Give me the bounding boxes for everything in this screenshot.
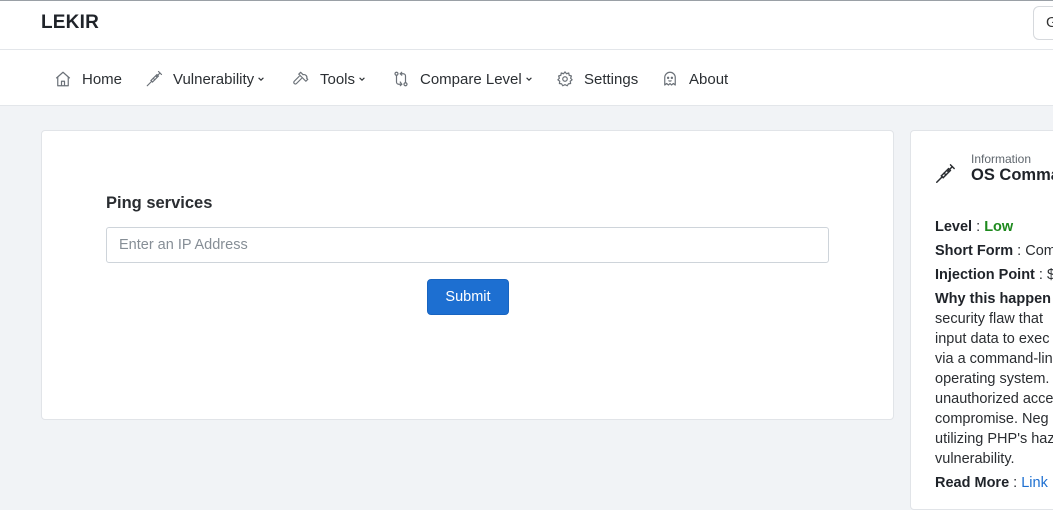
level-label: Level	[935, 219, 973, 235]
home-icon	[55, 71, 71, 87]
top-bar: LEKIR G	[0, 0, 1053, 50]
nav-label-vulnerability: Vulnerability	[173, 70, 255, 88]
chevron-down-icon	[359, 77, 365, 81]
description-line: security flaw that	[935, 311, 1043, 327]
information-card: Information OS Comma Level : Low Short F…	[910, 130, 1053, 510]
form-title: Ping services	[106, 194, 213, 212]
info-label: Information	[971, 152, 1032, 166]
read-more-label: Read More	[935, 475, 1010, 491]
why-label: Why this happen	[935, 291, 1051, 307]
description-line: vulnerability.	[935, 451, 1015, 467]
nav-label-compare-level: Compare Level	[420, 70, 522, 88]
nav-label-settings: Settings	[584, 70, 639, 88]
short-form-value: Com	[1025, 243, 1053, 259]
main-navbar: Home Vulnerability Tools Compare Level S…	[0, 50, 1053, 106]
chevron-down-icon	[525, 77, 532, 81]
read-more-row: Read More : Link	[935, 475, 1048, 491]
chevron-down-icon	[258, 77, 264, 81]
injection-point-row: Injection Point : $	[935, 265, 1053, 289]
brand-logo[interactable]: LEKIR	[41, 12, 99, 34]
level-value: Low	[984, 219, 1014, 235]
nav-label-home: Home	[82, 70, 123, 88]
read-more-link[interactable]: Link	[1021, 475, 1048, 491]
short-form-label: Short Form	[935, 243, 1014, 259]
nav-item-about[interactable]: About	[661, 69, 728, 89]
syringe-icon	[936, 164, 955, 183]
ghost-icon	[664, 71, 676, 86]
nav-item-home[interactable]: Home	[54, 69, 122, 89]
description-line: operating system.	[935, 371, 1050, 387]
why-row: Why this happen	[935, 289, 1053, 309]
description-line: unauthorized acce	[935, 391, 1053, 407]
info-title: OS Comma	[971, 166, 1053, 184]
injection-point-label: Injection Point	[935, 267, 1035, 283]
description-line: compromise. Neg	[935, 411, 1049, 427]
nav-item-settings[interactable]: Settings	[556, 69, 638, 89]
nav-item-tools[interactable]: Tools	[292, 69, 366, 89]
short-form-row: Short Form : Com	[935, 241, 1053, 265]
description-line: input data to exec	[935, 331, 1050, 347]
ping-service-card: Ping services Submit	[41, 130, 894, 420]
nav-label-tools: Tools	[320, 70, 356, 88]
nav-item-vulnerability[interactable]: Vulnerability	[145, 69, 265, 89]
gear-icon	[557, 71, 573, 87]
syringe-icon	[146, 70, 163, 87]
injection-point-value: $	[1046, 267, 1053, 283]
description-line: utilizing PHP's haz	[935, 431, 1053, 447]
topbar-action-icon: G	[1046, 14, 1053, 31]
topbar-action-button[interactable]: G	[1033, 6, 1053, 40]
level-row: Level : Low	[935, 219, 1014, 235]
nav-item-compare-level[interactable]: Compare Level	[392, 69, 533, 89]
submit-button[interactable]: Submit	[427, 279, 509, 315]
nav-label-about: About	[689, 70, 729, 88]
description-line: via a command-lin	[935, 351, 1053, 367]
compare-icon	[394, 71, 408, 87]
ip-address-input[interactable]	[106, 227, 829, 263]
wrench-icon	[293, 71, 309, 85]
info-body: Level : Low Short Form : Com Injection P…	[935, 217, 1053, 497]
